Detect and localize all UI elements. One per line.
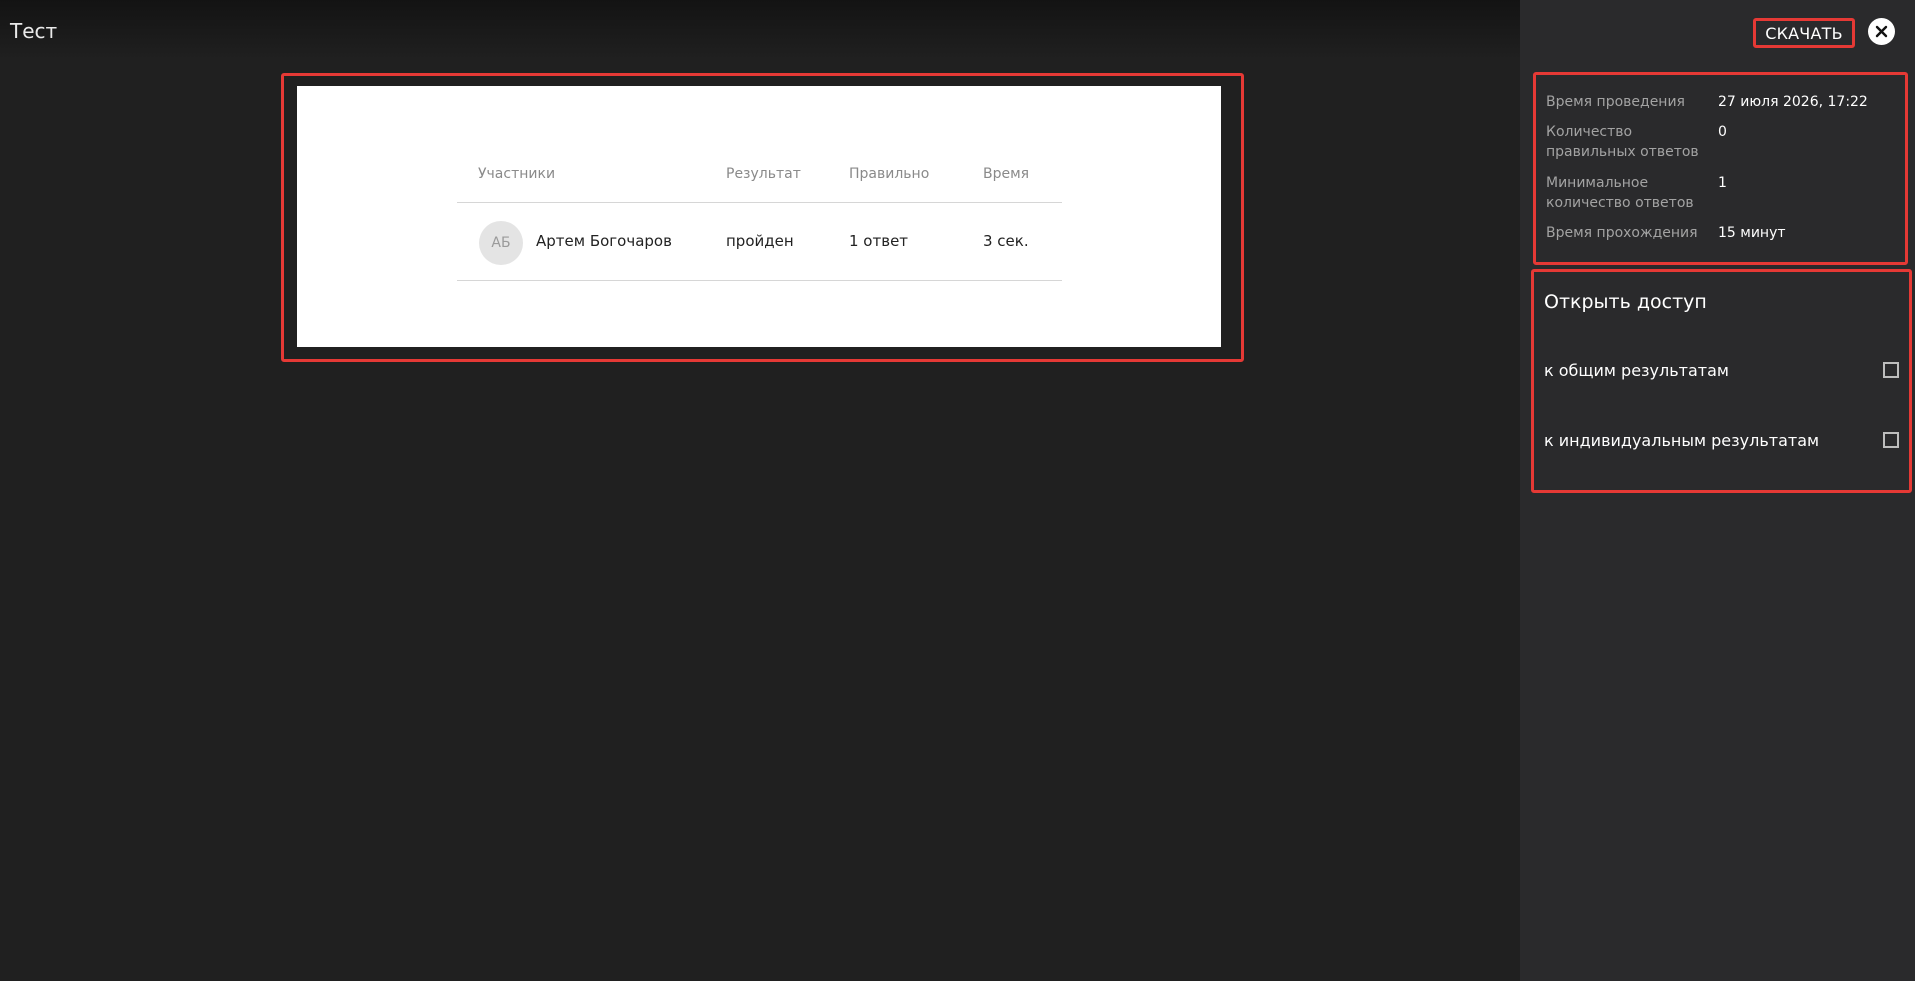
info-label: Время проведения [1546,94,1685,110]
column-header-correct: Правильно [849,166,930,182]
access-option-label: к индивидуальным результатам [1544,431,1820,450]
table-row: АБ Артем Богочаров пройден 1 ответ 3 сек… [457,203,1062,281]
column-header-time: Время [983,166,1030,182]
top-bar [0,0,1520,60]
column-header-participants: Участники [478,166,556,182]
results-table: Участники Результат Правильно Время АБ А… [457,166,1062,281]
close-button[interactable] [1868,18,1895,45]
access-option-general[interactable]: к общим результатам [1544,360,1899,384]
individual-results-checkbox[interactable] [1883,432,1899,448]
participant-name: Артем Богочаров [536,232,672,250]
table-header: Участники Результат Правильно Время [457,166,1062,203]
avatar: АБ [479,221,523,265]
participant-result: пройден [726,232,794,250]
app-window: Тест Участники Результат Правильно Время… [0,0,1915,981]
access-option-individual[interactable]: к индивидуальным результатам [1544,430,1899,454]
info-label: Количество правильных ответов [1546,124,1699,160]
info-value: 27 июля 2026, 17:22 [1718,94,1868,110]
download-button[interactable]: СКАЧАТЬ [1753,18,1855,48]
participant-correct: 1 ответ [849,232,909,250]
access-panel: Открыть доступ к общим результатам к инд… [1531,269,1912,493]
test-info-panel: Время проведения 27 июля 2026, 17:22 Кол… [1533,72,1908,265]
close-icon [1875,25,1888,38]
results-preview: Участники Результат Правильно Время АБ А… [297,86,1221,347]
general-results-checkbox[interactable] [1883,362,1899,378]
page-title: Тест [10,19,58,43]
info-label: Минимальное количество ответов [1546,175,1694,211]
info-value: 0 [1718,124,1727,140]
column-header-result: Результат [726,166,801,182]
info-label: Время прохождения [1546,225,1698,241]
participant-time: 3 сек. [983,232,1029,250]
info-value: 15 минут [1718,225,1786,241]
info-value: 1 [1718,175,1727,191]
access-title: Открыть доступ [1544,291,1707,313]
access-option-label: к общим результатам [1544,361,1729,380]
